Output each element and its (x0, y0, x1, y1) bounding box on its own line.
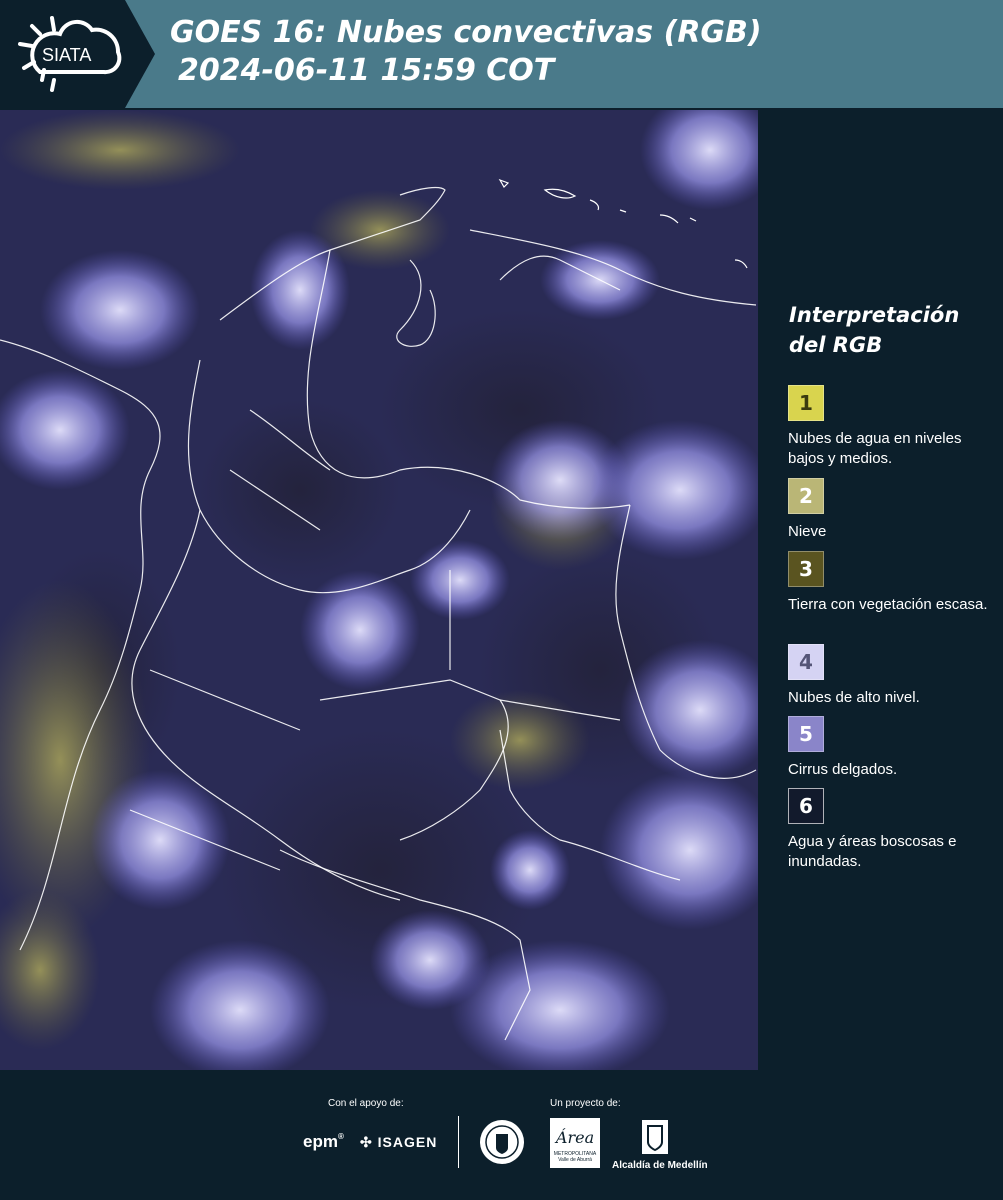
legend-label-4: Nubes de alto nivel. (788, 689, 920, 706)
legend-swatch-2: 2 (788, 478, 824, 514)
legend-number-2: 2 (799, 484, 813, 508)
legend-swatch-6: 6 (788, 788, 824, 824)
legend-label-5: Cirrus delgados. (788, 761, 898, 778)
title-line-1: GOES 16: Nubes convectivas (RGB) (170, 15, 762, 50)
legend-number-6: 6 (799, 794, 813, 818)
legend-number-1: 1 (799, 391, 813, 415)
header-bar: SIATA GOES 16: Nubes convectivas (RGB) 2… (0, 0, 1003, 108)
legend-swatch-1: 1 (788, 385, 824, 421)
satellite-map (0, 110, 758, 1070)
footer-divider (458, 1116, 459, 1168)
siata-logo: SIATA (0, 0, 158, 108)
legend-swatch-5: 5 (788, 716, 824, 752)
support-label: Con el apoyo de: (328, 1098, 404, 1109)
legend-item-3: 3 Tierra con vegetación escasa. (788, 551, 988, 615)
isagen-logo: ✣ ISAGEN (360, 1134, 437, 1151)
alcaldia-label: Alcaldía de Medellín (612, 1160, 708, 1171)
epm-logo: epm® (303, 1132, 344, 1151)
alcaldia-shield-icon (640, 1118, 670, 1156)
legend-title: Interpretación del RGB (789, 303, 960, 357)
legend-item-4: 4 Nubes de alto nivel. (788, 644, 988, 708)
legend-label-2: Nieve (788, 523, 827, 540)
legend-swatch-4: 4 (788, 644, 824, 680)
university-seal-icon (478, 1118, 526, 1166)
legend-panel: Interpretación del RGB 1 Nubes de agua e… (760, 110, 1003, 1070)
isagen-icon: ✣ (360, 1134, 373, 1150)
legend-label-1: Nubes de agua en niveles bajos y medios. (788, 430, 962, 467)
legend-item-1: 1 Nubes de agua en niveles bajos y medio… (788, 385, 988, 469)
legend-label-3: Tierra con vegetación escasa. (788, 596, 988, 613)
page-title: GOES 16: Nubes convectivas (RGB) 2024-06… (170, 14, 762, 90)
title-line-2: 2024-06-11 15:59 COT (178, 53, 555, 88)
isagen-logo-text: ISAGEN (377, 1134, 438, 1150)
epm-logo-text: epm (303, 1132, 338, 1151)
legend-number-3: 3 (799, 557, 813, 581)
legend-item-5: 5 Cirrus delgados. (788, 716, 988, 780)
legend-swatch-3: 3 (788, 551, 824, 587)
project-label: Un proyecto de: (550, 1098, 621, 1109)
area-metropolitana-logo: Área METROPOLITANA Valle de Aburrá (550, 1118, 600, 1168)
legend-label-6: Agua y áreas boscosas e inundadas. (788, 833, 957, 870)
siata-logo-text: SIATA (42, 45, 91, 65)
legend-number-4: 4 (799, 650, 813, 674)
legend-item-6: 6 Agua y áreas boscosas e inundadas. (788, 788, 988, 872)
footer-bar: Con el apoyo de: Un proyecto de: epm® ✣ … (0, 1070, 1003, 1200)
legend-item-2: 2 Nieve (788, 478, 988, 542)
legend-number-5: 5 (799, 722, 813, 746)
area-logo-subtext-2: Valle de Aburrá (558, 1157, 592, 1163)
area-logo-text: Área (555, 1128, 595, 1147)
